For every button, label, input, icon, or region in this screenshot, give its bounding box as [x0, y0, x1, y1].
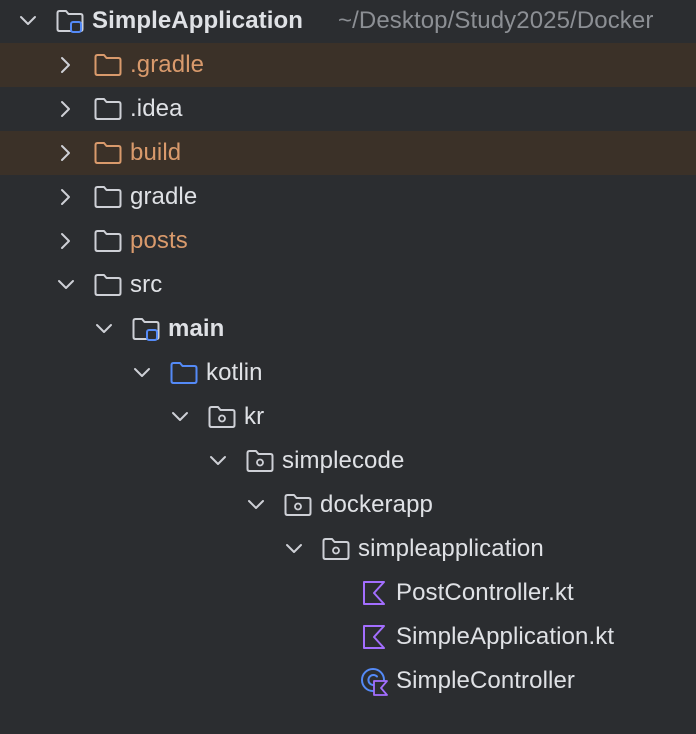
kotlin-file-icon: [358, 615, 390, 659]
chevron-down-icon[interactable]: [56, 263, 76, 307]
tree-row-label: gradle: [130, 183, 198, 210]
tree-row-gradle-hidden[interactable]: .gradle: [0, 43, 696, 87]
tree-row-label: .idea: [130, 95, 183, 122]
tree-row-label: kotlin: [206, 359, 263, 386]
tree-row-simpleapplication-package[interactable]: simpleapplication: [0, 527, 696, 571]
kotlin-file-icon: [358, 571, 390, 615]
tree-row-label: simplecode: [282, 447, 405, 474]
chevron-right-icon[interactable]: [56, 175, 76, 219]
folder-icon: [92, 263, 124, 307]
tree-row-label: SimpleController: [396, 667, 575, 694]
tree-row-label: dockerapp: [320, 491, 433, 518]
folder-icon: [92, 131, 124, 175]
tree-row-label: posts: [130, 227, 188, 254]
folder-icon: [92, 87, 124, 131]
package-icon: [320, 527, 352, 571]
tree-row-posts[interactable]: posts: [0, 219, 696, 263]
package-icon: [206, 395, 238, 439]
folder-icon: [92, 175, 124, 219]
chevron-down-icon[interactable]: [208, 439, 228, 483]
tree-row-simplecontroller[interactable]: SimpleController: [0, 659, 696, 703]
tree-row-label: kr: [244, 403, 265, 430]
tree-row-main[interactable]: main: [0, 307, 696, 351]
tree-row-simpleapplication-root[interactable]: SimpleApplication ~/Desktop/Study2025/Do…: [0, 0, 696, 43]
project-tree: SimpleApplication ~/Desktop/Study2025/Do…: [0, 0, 696, 734]
tree-row-simpleapplication-kt[interactable]: SimpleApplication.kt: [0, 615, 696, 659]
chevron-down-icon[interactable]: [246, 483, 266, 527]
tree-row-idea[interactable]: .idea: [0, 87, 696, 131]
chevron-down-icon[interactable]: [94, 307, 114, 351]
project-name-label: SimpleApplication: [92, 7, 304, 34]
tree-row-label: simpleapplication: [358, 535, 544, 562]
tree-row-label: .gradle: [130, 51, 205, 78]
chevron-right-icon[interactable]: [56, 219, 76, 263]
module-folder-icon: [54, 0, 86, 43]
tree-row-label: main: [168, 315, 225, 342]
chevron-down-icon[interactable]: [170, 395, 190, 439]
chevron-down-icon[interactable]: [132, 351, 152, 395]
package-icon: [282, 483, 314, 527]
module-folder-icon: [130, 307, 162, 351]
tree-row-dockerapp[interactable]: dockerapp: [0, 483, 696, 527]
tree-row-build[interactable]: build: [0, 131, 696, 175]
chevron-right-icon[interactable]: [56, 87, 76, 131]
package-icon: [244, 439, 276, 483]
folder-icon: [92, 219, 124, 263]
tree-row-kr[interactable]: kr: [0, 395, 696, 439]
kotlin-class-icon: [358, 659, 390, 703]
chevron-down-icon[interactable]: [284, 527, 304, 571]
tree-row-simplecode[interactable]: simplecode: [0, 439, 696, 483]
source-root-folder-icon: [168, 351, 200, 395]
project-path-label: ~/Desktop/Study2025/Docker: [338, 7, 654, 34]
chevron-down-icon[interactable]: [18, 0, 38, 43]
tree-row-src[interactable]: src: [0, 263, 696, 307]
tree-row-label: build: [130, 139, 182, 166]
chevron-right-icon[interactable]: [56, 43, 76, 87]
tree-row-kotlin[interactable]: kotlin: [0, 351, 696, 395]
chevron-right-icon[interactable]: [56, 131, 76, 175]
tree-row-label: PostController.kt: [396, 579, 574, 606]
tree-row-gradle[interactable]: gradle: [0, 175, 696, 219]
tree-row-postcontroller-kt[interactable]: PostController.kt: [0, 571, 696, 615]
tree-row-label: src: [130, 271, 163, 298]
folder-icon: [92, 43, 124, 87]
tree-row-label: SimpleApplication.kt: [396, 623, 615, 650]
